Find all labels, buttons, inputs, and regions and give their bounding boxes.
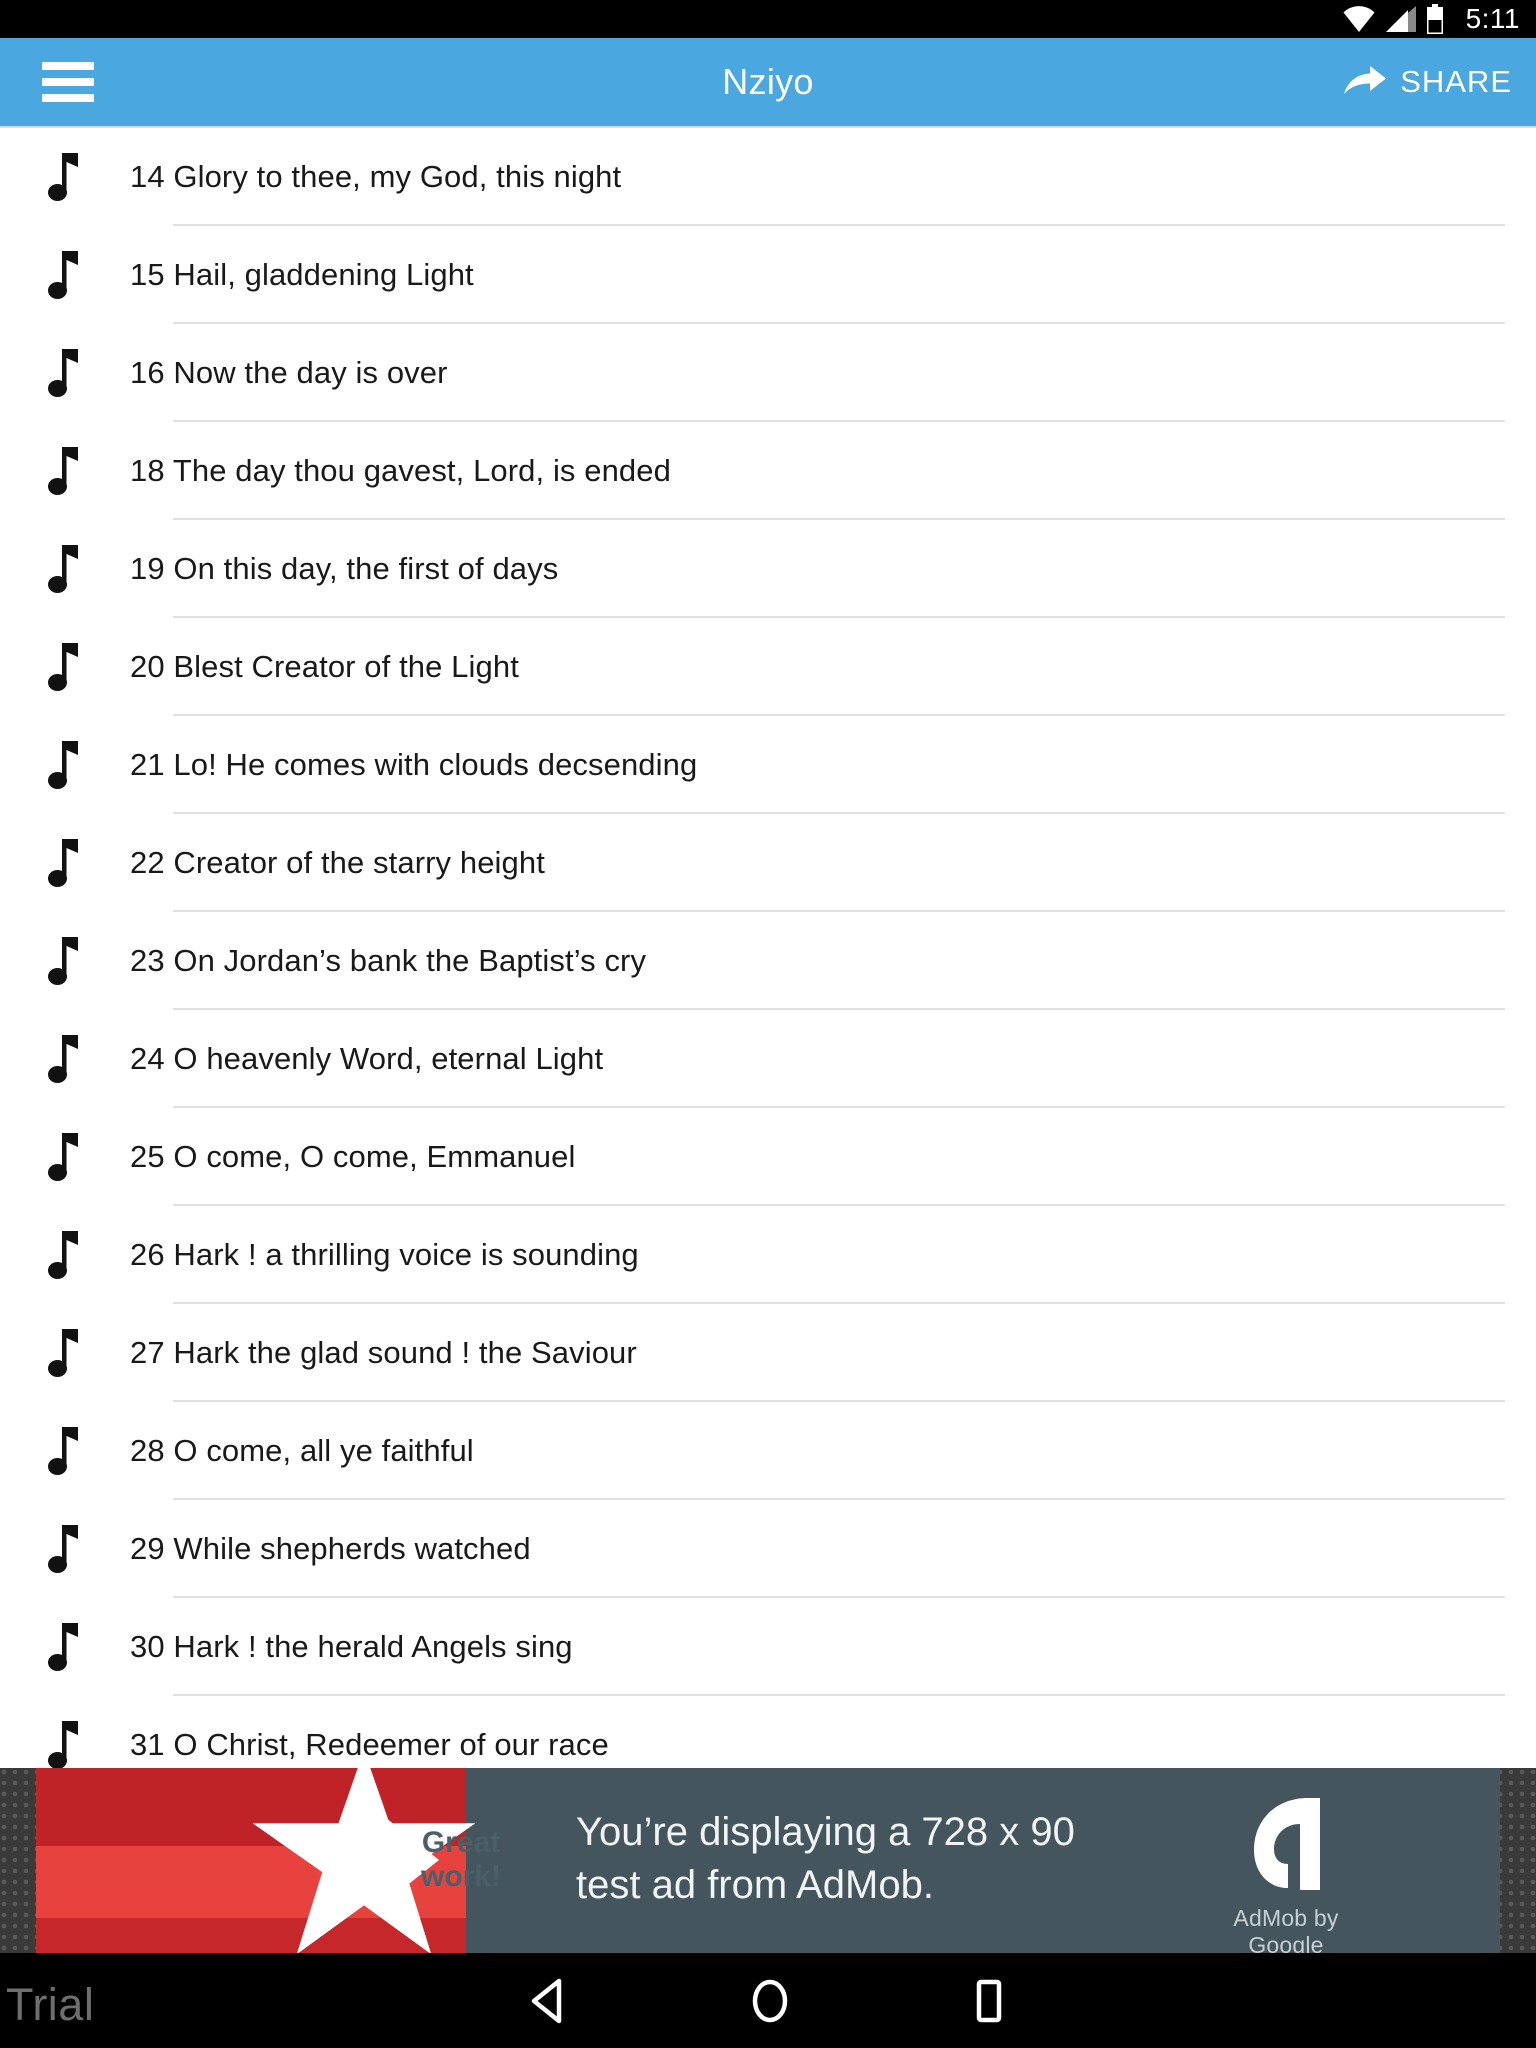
ad-panel: Great work! You’re displaying a 728 x 90… xyxy=(36,1768,1500,1953)
trial-watermark: Trial xyxy=(6,1979,95,2030)
status-icons: 5:11 xyxy=(1342,4,1520,34)
music-note-icon xyxy=(0,1131,130,1183)
ad-brand-label: AdMob by Google xyxy=(1233,1905,1339,1953)
list-item[interactable]: 27 Hark the glad sound ! the Saviour xyxy=(0,1304,1536,1402)
list-item[interactable]: 30 Hark ! the herald Angels sing xyxy=(0,1598,1536,1696)
list-item-label: 16 Now the day is over xyxy=(130,355,448,390)
music-note-icon xyxy=(0,445,130,497)
admob-logo-icon xyxy=(1254,1798,1320,1890)
music-note-icon xyxy=(0,347,130,399)
list-item-label: 20 Blest Creator of the Light xyxy=(130,649,519,684)
hamburger-bar-2 xyxy=(42,78,94,86)
list-item[interactable]: 20 Blest Creator of the Light xyxy=(0,618,1536,716)
list-item-label: 21 Lo! He comes with clouds decsending xyxy=(130,747,698,782)
ad-badge-line-2: work! xyxy=(420,1859,501,1893)
back-button[interactable] xyxy=(528,1978,570,2024)
music-note-icon xyxy=(0,1425,130,1477)
list-item-label: 18 The day thou gavest, Lord, is ended xyxy=(130,453,671,488)
music-note-icon xyxy=(0,151,130,203)
ad-brand: AdMob by Google xyxy=(1196,1794,1376,1953)
list-item-label: 19 On this day, the first of days xyxy=(130,551,559,586)
list-item[interactable]: 22 Creator of the starry height xyxy=(0,814,1536,912)
ad-message-line-2: test ad from AdMob. xyxy=(576,1862,934,1907)
ad-banner[interactable]: Great work! You’re displaying a 728 x 90… xyxy=(0,1768,1536,1953)
list-item-label: 22 Creator of the starry height xyxy=(130,845,545,880)
ad-badge-line-1: Great xyxy=(421,1826,501,1859)
music-note-icon xyxy=(0,249,130,301)
list-item-label: 28 O come, all ye faithful xyxy=(130,1433,474,1468)
music-note-icon xyxy=(0,1719,130,1768)
list-item[interactable]: 28 O come, all ye faithful xyxy=(0,1402,1536,1500)
hymn-list[interactable]: 14 Glory to thee, my God, this night 15 H… xyxy=(0,128,1536,1768)
share-arrow-icon xyxy=(1344,66,1387,94)
music-note-icon xyxy=(0,1523,130,1575)
battery-icon xyxy=(1426,4,1443,34)
music-note-icon xyxy=(0,837,130,889)
list-item[interactable]: 14 Glory to thee, my God, this night xyxy=(0,128,1536,226)
list-item[interactable]: 31 O Christ, Redeemer of our race xyxy=(0,1696,1536,1768)
music-note-icon xyxy=(0,1033,130,1085)
share-button[interactable]: SHARE xyxy=(1342,64,1512,100)
hamburger-bar-3 xyxy=(42,94,94,102)
list-item[interactable]: 25 O come, O come, Emmanuel xyxy=(0,1108,1536,1206)
list-item[interactable]: 26 Hark ! a thrilling voice is sounding xyxy=(0,1206,1536,1304)
list-item[interactable]: 19 On this day, the first of days xyxy=(0,520,1536,618)
list-item[interactable]: 23 On Jordan’s bank the Baptist’s cry xyxy=(0,912,1536,1010)
page-title: Nziyo xyxy=(722,61,814,102)
ad-message-line-1: You’re displaying a 728 x 90 xyxy=(576,1810,1075,1854)
share-label: SHARE xyxy=(1400,64,1512,99)
nav-buttons xyxy=(528,1978,1008,2024)
system-nav-bar: Trial xyxy=(0,1953,1536,2048)
list-item[interactable]: 18 The day thou gavest, Lord, is ended xyxy=(0,422,1536,520)
home-button[interactable] xyxy=(748,1978,792,2024)
wifi-icon xyxy=(1343,6,1375,32)
list-item-label: 26 Hark ! a thrilling voice is sounding xyxy=(130,1237,639,1272)
android-screen: 5:11 Nziyo SHARE 14 Glory to thee, my Go… xyxy=(0,0,1536,2048)
music-note-icon xyxy=(0,1621,130,1673)
music-note-icon xyxy=(0,739,130,791)
list-item-label: 14 Glory to thee, my God, this night xyxy=(130,159,622,194)
list-item-label: 24 O heavenly Word, eternal Light xyxy=(130,1041,604,1076)
app-bar: Nziyo SHARE xyxy=(0,38,1536,126)
music-note-icon xyxy=(0,1229,130,1281)
hamburger-menu-icon[interactable] xyxy=(42,62,94,102)
list-item[interactable]: 16 Now the day is over xyxy=(0,324,1536,422)
status-bar: 5:11 xyxy=(0,0,1536,38)
list-item-label: 29 While shepherds watched xyxy=(130,1531,531,1566)
list-item-label: 23 On Jordan’s bank the Baptist’s cry xyxy=(130,943,647,978)
list-item-label: 25 O come, O come, Emmanuel xyxy=(130,1139,576,1174)
list-item[interactable]: 24 O heavenly Word, eternal Light xyxy=(0,1010,1536,1108)
recents-button[interactable] xyxy=(970,1978,1008,2024)
list-item-label: 27 Hark the glad sound ! the Saviour xyxy=(130,1335,637,1370)
music-note-icon xyxy=(0,1327,130,1379)
list-item-label: 15 Hail, gladdening Light xyxy=(130,257,474,292)
music-note-icon xyxy=(0,543,130,595)
list-item[interactable]: 15 Hail, gladdening Light xyxy=(0,226,1536,324)
list-item-label: 31 O Christ, Redeemer of our race xyxy=(130,1727,609,1762)
list-item[interactable]: 21 Lo! He comes with clouds decsending xyxy=(0,716,1536,814)
status-time: 5:11 xyxy=(1465,3,1520,34)
music-note-icon xyxy=(0,641,130,693)
list-item[interactable]: 29 While shepherds watched xyxy=(0,1500,1536,1598)
cell-signal-icon xyxy=(1385,6,1416,32)
music-note-icon xyxy=(0,935,130,987)
ad-message: You’re displaying a 728 x 90 test ad fro… xyxy=(576,1806,1156,1912)
ad-badge-text: Great work! xyxy=(396,1826,526,1893)
hamburger-bar-1 xyxy=(42,62,94,70)
list-item-label: 30 Hark ! the herald Angels sing xyxy=(130,1629,573,1664)
